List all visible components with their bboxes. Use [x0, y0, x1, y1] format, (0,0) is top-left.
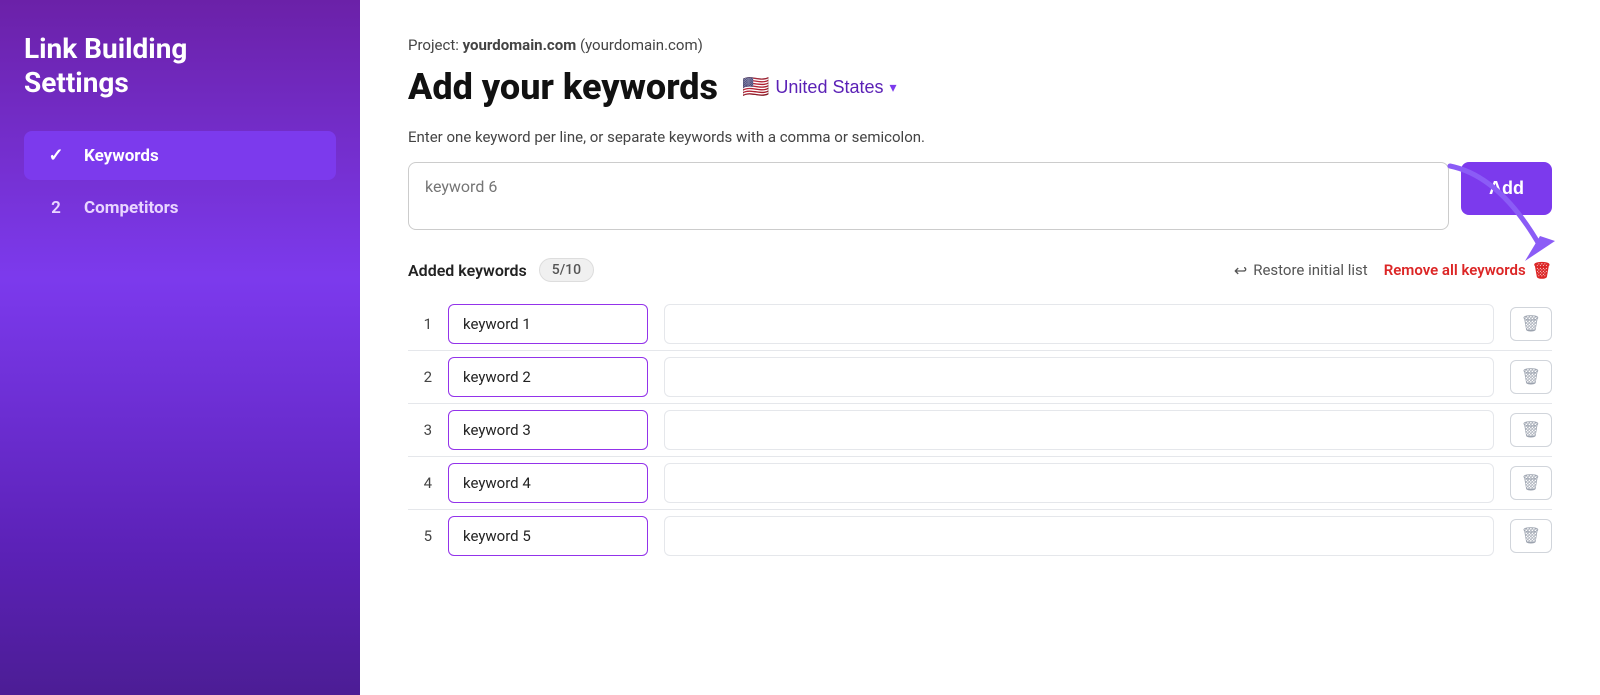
- keyword-input-field-3[interactable]: [448, 410, 648, 450]
- row-number: 4: [408, 474, 432, 492]
- added-keywords-label: Added keywords: [408, 261, 527, 280]
- country-flag: 🇺🇸: [742, 74, 769, 100]
- add-button[interactable]: Add: [1461, 162, 1552, 215]
- remove-all-label: Remove all keywords: [1384, 261, 1526, 279]
- keyword-input-field-1[interactable]: [448, 304, 648, 344]
- project-line: Project: yourdomain.com (yourdomain.com): [408, 36, 1552, 54]
- keyword-row: 4 🗑: [408, 457, 1552, 510]
- row-number: 3: [408, 421, 432, 439]
- header-actions: ↩ Restore initial list Remove all keywor…: [1234, 261, 1552, 280]
- sidebar-competitors-label: Competitors: [84, 198, 179, 218]
- project-suffix: (yourdomain.com): [576, 36, 703, 54]
- row-number: 5: [408, 527, 432, 545]
- sidebar-nav: ✓ Keywords 2 Competitors: [24, 131, 336, 232]
- delete-keyword-button-4[interactable]: 🗑: [1510, 466, 1552, 500]
- keyword-spacer: [664, 516, 1494, 556]
- delete-keyword-button-2[interactable]: 🗑: [1510, 360, 1552, 394]
- keyword-row: 3 🗑: [408, 404, 1552, 457]
- keyword-row: 1 🗑: [408, 298, 1552, 351]
- keyword-input-field-4[interactable]: [448, 463, 648, 503]
- keyword-input-field-5[interactable]: [448, 516, 648, 556]
- restore-label: Restore initial list: [1253, 261, 1367, 279]
- keyword-list: 1 🗑 2 🗑 3 🗑 4 🗑 5 🗑: [408, 298, 1552, 562]
- remove-all-keywords-button[interactable]: Remove all keywords 🗑: [1384, 261, 1552, 280]
- page-header: Add your keywords 🇺🇸 United States ▾: [408, 66, 1552, 108]
- keyword-spacer: [664, 304, 1494, 344]
- main-content: Project: yourdomain.com (yourdomain.com)…: [360, 0, 1600, 695]
- page-title: Add your keywords: [408, 66, 718, 108]
- check-icon: ✓: [44, 145, 68, 166]
- keyword-spacer: [664, 357, 1494, 397]
- delete-keyword-button-5[interactable]: 🗑: [1510, 519, 1552, 553]
- keyword-textarea[interactable]: [408, 162, 1449, 230]
- keywords-count-badge: 5/10: [539, 258, 594, 282]
- keyword-row: 5 🗑: [408, 510, 1552, 562]
- delete-keyword-button-1[interactable]: 🗑: [1510, 307, 1552, 341]
- keyword-input-row: Add: [408, 162, 1552, 230]
- keyword-input-field-2[interactable]: [448, 357, 648, 397]
- chevron-down-icon: ▾: [889, 79, 896, 96]
- restore-initial-list-button[interactable]: ↩ Restore initial list: [1234, 261, 1368, 280]
- sidebar: Link BuildingSettings ✓ Keywords 2 Compe…: [0, 0, 360, 695]
- country-label: United States: [775, 77, 883, 98]
- sidebar-item-keywords[interactable]: ✓ Keywords: [24, 131, 336, 180]
- trash-icon: 🗑: [1532, 261, 1552, 280]
- competitors-number: 2: [44, 198, 68, 218]
- project-prefix: Project:: [408, 36, 463, 54]
- row-number: 1: [408, 315, 432, 333]
- sidebar-title: Link BuildingSettings: [24, 32, 336, 99]
- project-name: yourdomain.com: [463, 36, 577, 54]
- row-number: 2: [408, 368, 432, 386]
- keyword-spacer: [664, 463, 1494, 503]
- keyword-row: 2 🗑: [408, 351, 1552, 404]
- keyword-spacer: [664, 410, 1494, 450]
- sidebar-item-competitors[interactable]: 2 Competitors: [24, 184, 336, 232]
- country-selector-button[interactable]: 🇺🇸 United States ▾: [734, 70, 905, 104]
- instruction-text: Enter one keyword per line, or separate …: [408, 128, 1552, 146]
- added-keywords-header: Added keywords 5/10 ↩ Restore initial li…: [408, 258, 1552, 282]
- sidebar-keywords-label: Keywords: [84, 146, 159, 166]
- delete-keyword-button-3[interactable]: 🗑: [1510, 413, 1552, 447]
- restore-icon: ↩: [1234, 261, 1247, 280]
